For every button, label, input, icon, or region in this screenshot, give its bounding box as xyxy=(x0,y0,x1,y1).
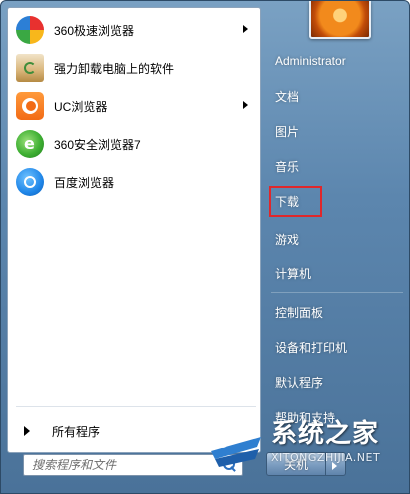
program-label: 360极速浏览器 xyxy=(54,23,135,38)
separator xyxy=(16,406,256,407)
right-item-label: 音乐 xyxy=(275,159,300,174)
uc-browser-icon xyxy=(16,92,44,120)
watermark: 系统之家 XITONGZHIJIA.NET xyxy=(201,409,409,471)
separator xyxy=(271,292,403,293)
program-label: 百度浏览器 xyxy=(54,175,115,190)
watermark-logo-icon xyxy=(207,422,261,467)
360-safe-browser-icon: e xyxy=(16,130,44,158)
right-item-label: Administrator xyxy=(275,54,346,68)
control-panel-link[interactable]: 控制面板 xyxy=(269,299,407,325)
program-label: 强力卸载电脑上的软件 xyxy=(54,61,175,76)
baidu-browser-icon xyxy=(16,168,44,196)
right-item-label: 游戏 xyxy=(275,232,300,247)
program-item-360-speed-browser[interactable]: 360极速浏览器 xyxy=(12,12,256,48)
user-avatar[interactable] xyxy=(309,1,371,39)
right-item-label: 设备和打印机 xyxy=(275,340,348,355)
computer-link[interactable]: 计算机 xyxy=(269,260,407,286)
program-item-uc-browser[interactable]: UC浏览器 xyxy=(12,88,256,124)
360-speed-browser-icon xyxy=(16,16,44,44)
downloads-highlight-box xyxy=(269,186,322,217)
search-input[interactable] xyxy=(24,456,220,474)
right-item-label: 默认程序 xyxy=(275,375,324,390)
devices-printers-link[interactable]: 设备和打印机 xyxy=(269,334,407,360)
right-item-label: 文档 xyxy=(275,89,300,104)
user-name-link[interactable]: Administrator xyxy=(269,48,407,74)
right-item-label: 图片 xyxy=(275,124,300,139)
program-label: UC浏览器 xyxy=(54,99,108,114)
submenu-arrow-icon xyxy=(243,101,248,109)
programs-pane: 360极速浏览器 强力卸载电脑上的软件 UC浏览器 e 360安全浏览器7 百度… xyxy=(7,7,261,453)
pictures-link[interactable]: 图片 xyxy=(269,118,407,144)
watermark-title: 系统之家 xyxy=(271,419,380,449)
default-programs-link[interactable]: 默认程序 xyxy=(269,369,407,395)
program-item-360-safe-browser[interactable]: e 360安全浏览器7 xyxy=(12,126,256,162)
games-link[interactable]: 游戏 xyxy=(269,226,407,252)
all-programs-label: 所有程序 xyxy=(52,424,101,439)
all-programs-arrow-icon xyxy=(24,426,30,436)
start-menu: 360极速浏览器 强力卸载电脑上的软件 UC浏览器 e 360安全浏览器7 百度… xyxy=(0,0,410,494)
right-item-label: 控制面板 xyxy=(275,305,324,320)
watermark-url: XITONGZHIJIA.NET xyxy=(271,451,381,464)
program-item-uninstall[interactable]: 强力卸载电脑上的软件 xyxy=(12,50,256,86)
documents-link[interactable]: 文档 xyxy=(269,83,407,109)
right-item-label: 计算机 xyxy=(275,266,312,281)
uninstall-recycle-icon xyxy=(16,54,44,82)
program-label: 360安全浏览器7 xyxy=(54,137,141,152)
submenu-arrow-icon xyxy=(243,25,248,33)
music-link[interactable]: 音乐 xyxy=(269,153,407,179)
program-item-baidu-browser[interactable]: 百度浏览器 xyxy=(12,164,256,200)
